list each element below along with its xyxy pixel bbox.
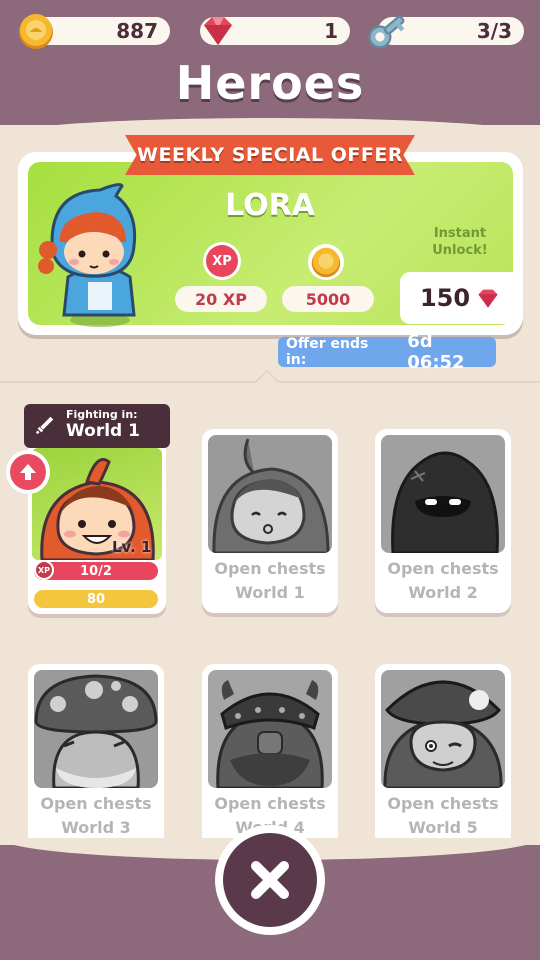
offer-timer-label: Offer ends in:: [286, 336, 369, 368]
fighting-in-tag: Fighting in: World 1: [24, 404, 170, 448]
hero-card-locked[interactable]: Open chests World 4: [202, 664, 338, 848]
offer-timer-value: 6d 06:52: [407, 331, 465, 373]
hooded-hero-silhouette: [212, 438, 330, 553]
gem-icon: [204, 17, 232, 45]
hero-card-locked[interactable]: Open chests World 5: [375, 664, 511, 848]
mushroom-hero-silhouette: [34, 674, 158, 788]
hero-card-locked[interactable]: Open chests World 1: [202, 429, 338, 613]
locked-hero-line2: World 3: [61, 818, 131, 837]
divider-notch: [254, 369, 280, 395]
offer-ribbon: WEEKLY SPECIAL OFFER: [125, 135, 415, 175]
coin-counter[interactable]: 887: [19, 14, 170, 49]
offer-timer: Offer ends in: 6d 06:52: [278, 331, 496, 373]
locked-hero-line2: World 5: [408, 818, 478, 837]
instant-unlock-label: Instant Unlock!: [415, 225, 505, 259]
instant-line2: Unlock!: [432, 243, 488, 258]
key-count: 3/3: [476, 19, 512, 43]
coin-count: 887: [116, 19, 158, 43]
gem-count: 1: [324, 19, 338, 43]
coin-reward-icon: [307, 243, 345, 281]
xp-icon: XP: [203, 242, 241, 280]
gold-bar: 80: [34, 590, 158, 608]
locked-hero-line2: World 2: [408, 583, 478, 602]
xp-reward: 20 XP: [175, 286, 267, 312]
page-title: Heroes: [175, 56, 365, 110]
locked-hero-portrait: [208, 435, 332, 553]
hero-card-locked[interactable]: Open chests World 3: [28, 664, 164, 848]
coin-icon: [19, 14, 53, 49]
instant-line1: Instant: [433, 226, 487, 241]
offer-price: 150: [419, 284, 471, 312]
xp-icon-label: XP: [206, 245, 238, 277]
key-icon: [368, 15, 405, 49]
locked-hero-portrait: [34, 670, 158, 788]
arrow-up-icon: [20, 464, 36, 480]
sword-icon: [35, 416, 54, 435]
locked-hero-portrait: [381, 435, 505, 553]
locked-hero-line1: Open chests: [387, 559, 499, 578]
locked-hero-line1: Open chests: [40, 794, 152, 813]
pirate-hero-silhouette: [383, 680, 503, 788]
locked-hero-line2: World 1: [235, 583, 305, 602]
locked-hero-line1: Open chests: [387, 794, 499, 813]
close-button[interactable]: [215, 825, 325, 935]
fighting-label: Fighting in:: [66, 408, 138, 421]
xp-mini-badge: XP: [34, 560, 54, 580]
locked-hero-portrait: [208, 670, 332, 788]
locked-hero-line1: Open chests: [214, 794, 326, 813]
hero-card-locked[interactable]: Open chests World 2: [375, 429, 511, 613]
lora-hero-portrait: [38, 183, 137, 327]
gem-counter[interactable]: 1: [200, 17, 350, 45]
buy-offer-button[interactable]: 150: [400, 272, 520, 324]
viking-hero-silhouette: [216, 680, 324, 788]
hero-level: Lv. 1: [112, 538, 152, 556]
key-counter[interactable]: 3/3: [368, 15, 524, 49]
fighting-world: World 1: [66, 421, 140, 441]
locked-hero-portrait: [381, 670, 505, 788]
gem-icon: [478, 289, 498, 308]
close-icon: [251, 861, 289, 899]
ninja-hero-silhouette: [391, 451, 499, 553]
locked-hero-line1: Open chests: [214, 559, 326, 578]
upgrade-button[interactable]: [6, 450, 50, 494]
offer-hero-name: LORA: [225, 188, 315, 223]
coin-reward: 5000: [282, 286, 374, 312]
